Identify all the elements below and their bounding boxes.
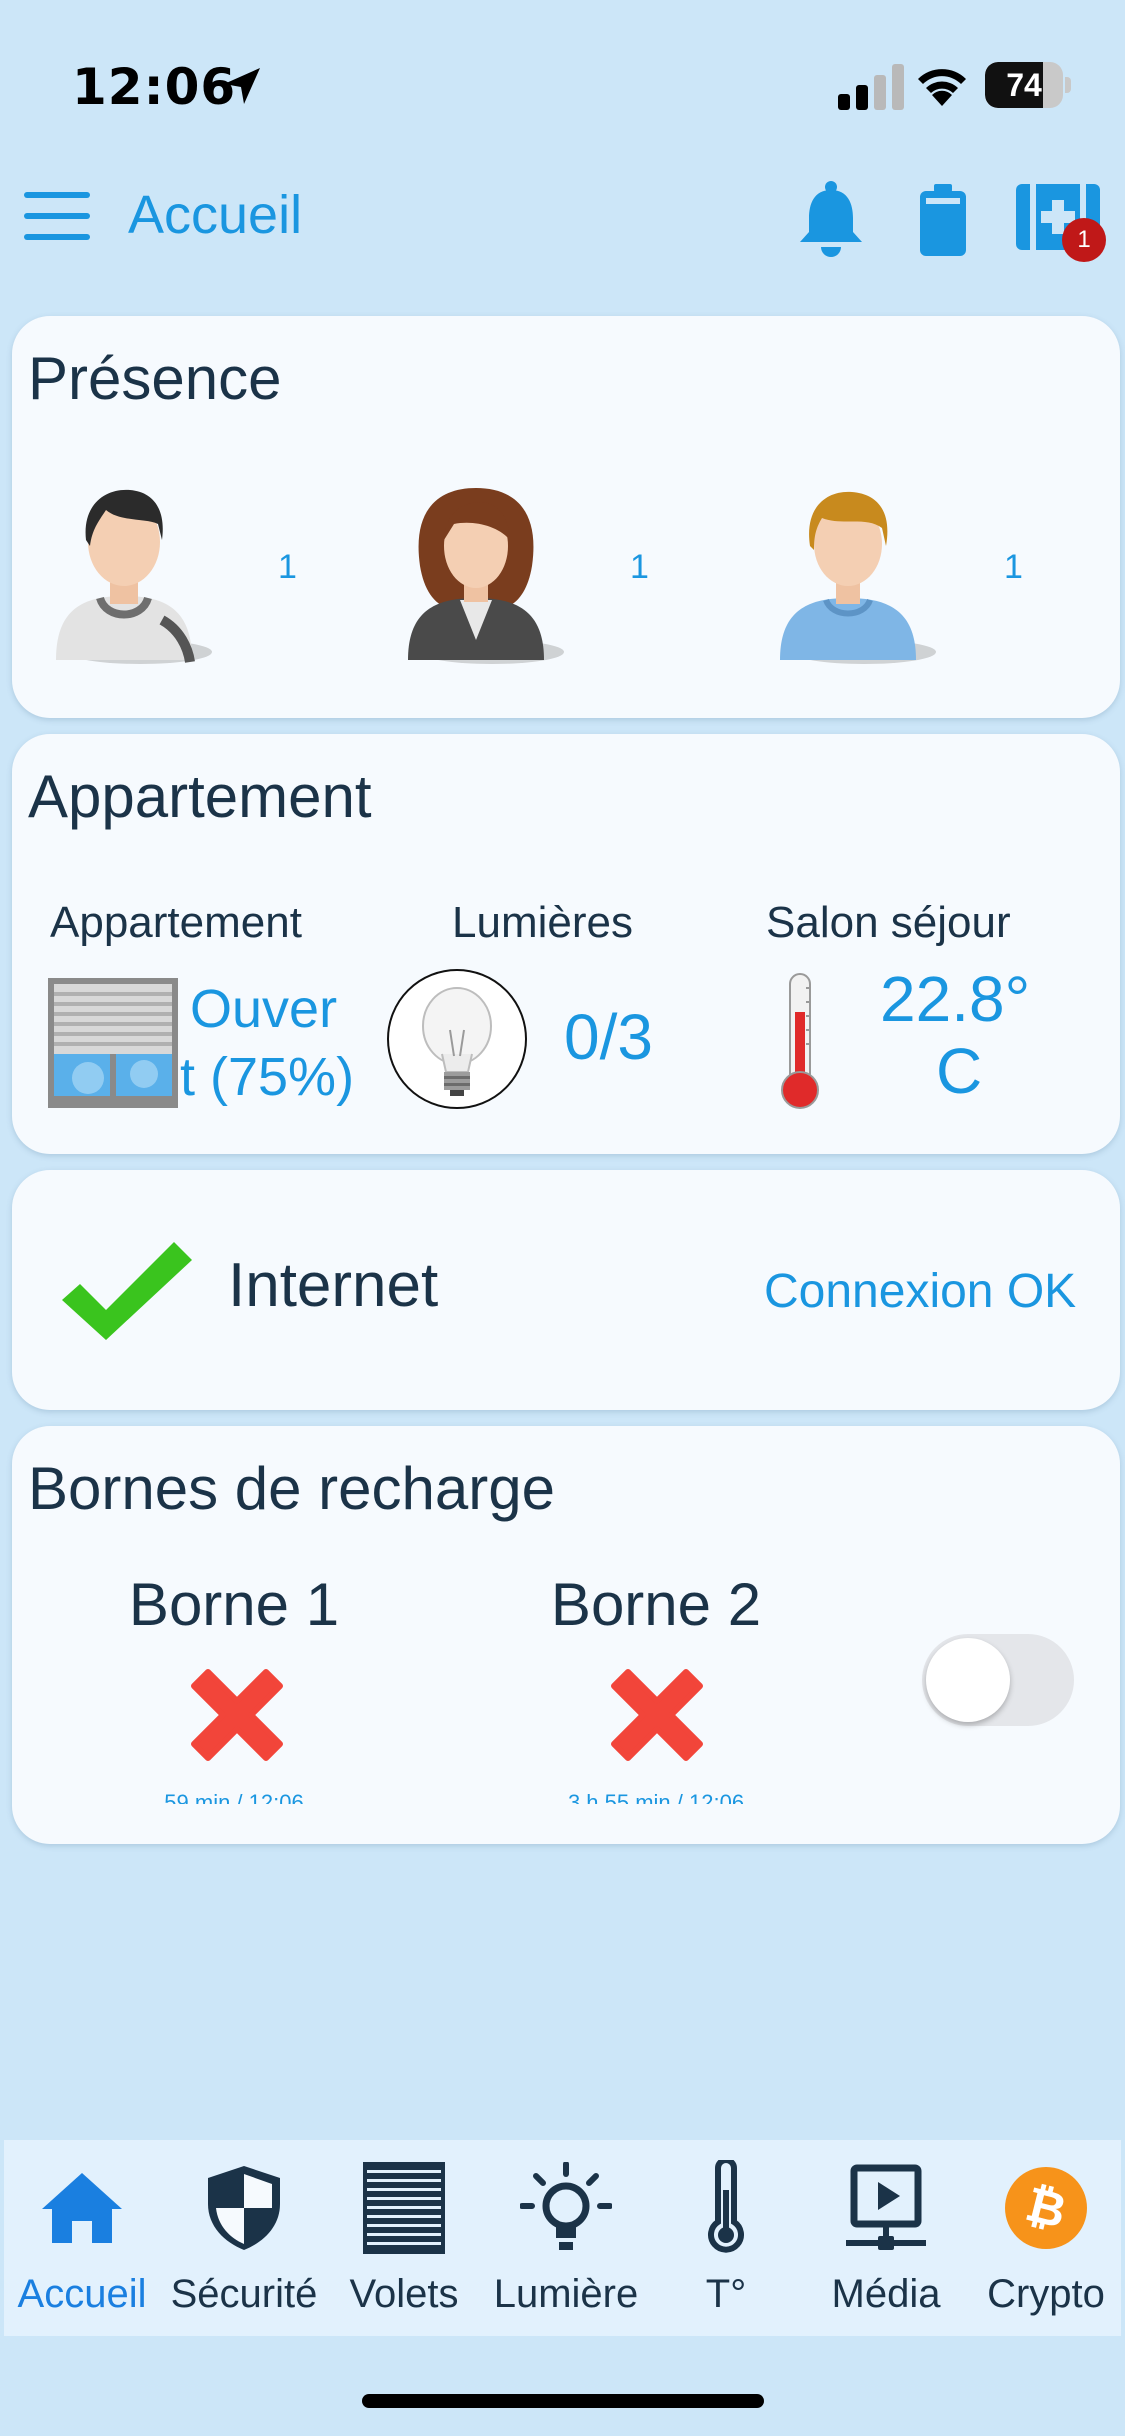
lights-label: Lumières — [452, 898, 633, 947]
tab-label: Lumière — [493, 2272, 639, 2316]
tab-label: Sécurité — [170, 2272, 318, 2316]
tab-label: T° — [705, 2272, 747, 2316]
notification-badge: 1 — [1062, 218, 1106, 262]
lightbulb-icon — [520, 2162, 612, 2250]
appartement-title: Appartement — [28, 763, 372, 830]
presence-count: 1 — [1004, 548, 1023, 586]
internet-label: Internet — [228, 1251, 439, 1320]
tab-label: Crypto — [987, 2272, 1105, 2316]
battery-level: 74 — [1006, 67, 1042, 103]
battery-indicator: 74 — [985, 62, 1071, 108]
borne-name: Borne 2 — [550, 1571, 762, 1638]
tab-label: Accueil — [17, 2272, 147, 2316]
window-shutter-icon[interactable] — [48, 978, 178, 1108]
thermometer-icon — [708, 2160, 744, 2253]
cross-icon — [191, 1669, 283, 1761]
bitcoin-icon: ₿ — [1005, 2167, 1087, 2249]
cross-icon — [611, 1669, 703, 1761]
cellular-signal-icon — [838, 64, 904, 110]
tab-lumiere[interactable]: Lumière — [486, 2140, 646, 2336]
borne-time: 59 min / 12:06 — [164, 1790, 304, 1804]
charging-toggle[interactable] — [922, 1634, 1074, 1726]
borne-name: Borne 1 — [128, 1571, 340, 1638]
shutter-value-line1: Ouver — [190, 979, 338, 1039]
tab-label: Volets — [349, 2272, 459, 2316]
woman-avatar-icon[interactable] — [394, 470, 564, 670]
tab-label: Média — [831, 2272, 941, 2316]
tab-accueil[interactable]: Accueil — [2, 2140, 162, 2336]
menu-button[interactable] — [24, 192, 90, 242]
presence-count: 1 — [278, 548, 297, 586]
boy-avatar-icon[interactable] — [766, 470, 936, 670]
tab-crypto[interactable]: ₿ Crypto — [966, 2140, 1125, 2336]
internet-status: Connexion OK — [764, 1265, 1077, 1318]
home-icon — [42, 2173, 122, 2243]
tab-temperature[interactable]: T° — [646, 2140, 806, 2336]
tab-media[interactable]: Média — [806, 2140, 966, 2336]
shutter-label: Appartement — [50, 898, 302, 947]
bornes-title: Bornes de recharge — [28, 1455, 555, 1522]
temperature-value-line1: 22.8° — [880, 963, 1031, 1035]
bell-icon[interactable] — [796, 180, 866, 260]
shield-icon — [208, 2166, 280, 2250]
home-indicator[interactable] — [362, 2394, 764, 2408]
lights-value: 0/3 — [564, 1001, 653, 1073]
presence-count: 1 — [630, 548, 649, 586]
temperature-label: Salon séjour — [766, 898, 1011, 947]
check-icon — [62, 1242, 192, 1340]
battery-status-icon[interactable] — [920, 184, 966, 256]
tab-volets[interactable]: Volets — [324, 2140, 484, 2336]
shutter-icon — [363, 2162, 445, 2254]
man-avatar-icon[interactable] — [42, 470, 212, 670]
shutter-value-line2: t (75%) — [180, 1047, 355, 1107]
media-icon — [846, 2164, 926, 2250]
temperature-value-line2: C — [936, 1035, 983, 1107]
tab-securite[interactable]: Sécurité — [164, 2140, 324, 2336]
wifi-icon — [918, 69, 966, 106]
toggle-knob — [926, 1638, 1010, 1722]
status-time: 12:06 — [72, 58, 237, 116]
page-title: Accueil — [128, 185, 303, 245]
presence-title: Présence — [28, 345, 282, 412]
location-arrow-icon — [224, 68, 260, 104]
borne-time: 3 h 55 min / 12:06 — [567, 1790, 745, 1804]
status-bar: 12:06 74 — [0, 0, 1125, 180]
lightbulb-icon[interactable] — [386, 968, 528, 1110]
thermometer-icon[interactable] — [776, 972, 824, 1110]
